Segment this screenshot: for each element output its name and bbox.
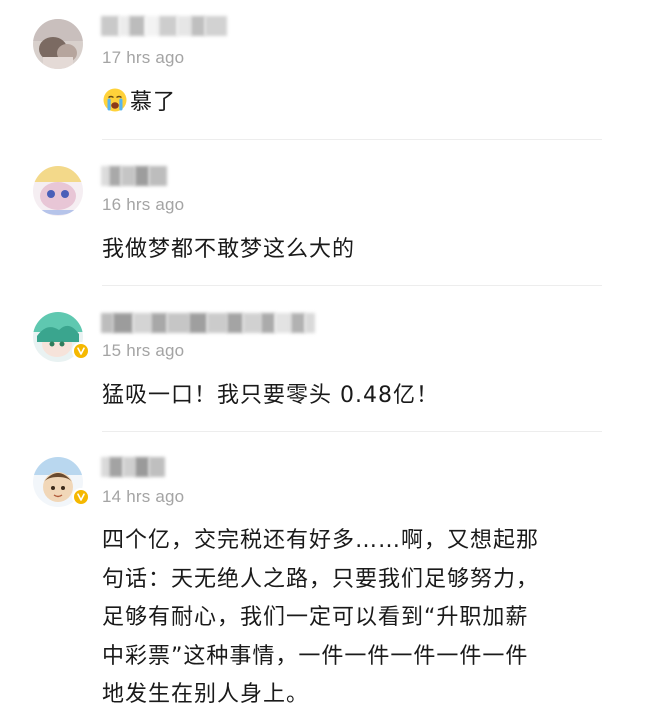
comment-timestamp: 15 hrs ago xyxy=(102,341,185,360)
comment-text: 慕了 xyxy=(102,84,612,123)
comment-text-content: 慕了 xyxy=(130,90,177,115)
divider xyxy=(102,139,602,140)
comment-text: 四个亿，交完税还有好多……啊，又想起那 句话：天无绝人之路，只要我们足够努力， … xyxy=(102,522,612,715)
comment-text-line: 足够有耐心，我们一定可以看到“升职加薪 xyxy=(102,605,529,630)
comment-text-line: 四个亿，交完税还有好多……啊，又想起那 xyxy=(102,528,540,553)
comment-text: 我做梦都不敢梦这么大的 xyxy=(102,237,356,262)
username-blurred[interactable] xyxy=(101,457,165,477)
comment-text-line: 中彩票”这种事情，一件一件一件一件一件 xyxy=(102,643,529,669)
comment-timestamp: 14 hrs ago xyxy=(102,487,185,506)
comment-timestamp: 17 hrs ago xyxy=(102,48,185,67)
verified-badge-icon xyxy=(72,342,90,360)
username-blurred[interactable] xyxy=(101,313,315,333)
comment-timestamp: 16 hrs ago xyxy=(102,195,185,214)
avatar[interactable] xyxy=(33,19,83,69)
verified-badge-icon xyxy=(72,488,90,506)
comment-text: 猛吸一口！我只要零头 0.48亿！ xyxy=(102,383,439,408)
username-blurred[interactable] xyxy=(101,16,227,36)
loudly-crying-face-icon xyxy=(102,87,128,113)
comment-text-line: 地发生在别人身上。 xyxy=(102,682,310,707)
divider xyxy=(102,285,602,286)
avatar[interactable] xyxy=(33,166,83,216)
username-blurred[interactable] xyxy=(101,166,167,186)
divider xyxy=(102,431,602,432)
comment-text-line: 句话：天无绝人之路，只要我们足够努力， xyxy=(102,566,540,592)
